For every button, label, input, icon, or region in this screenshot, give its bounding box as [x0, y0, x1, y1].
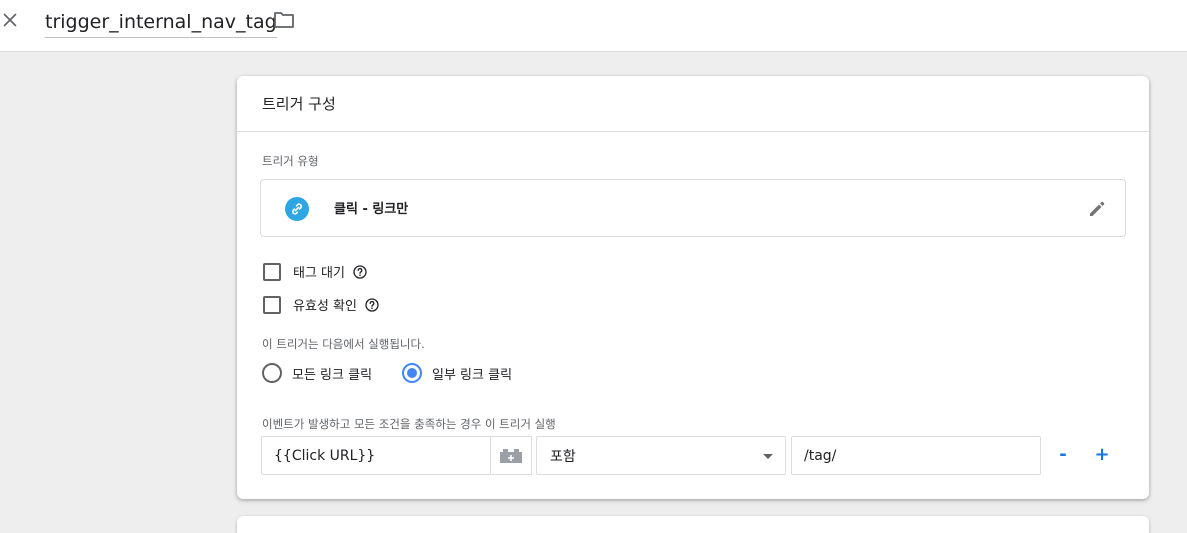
validation-checkbox-row[interactable]: 유효성 확인 [263, 295, 379, 314]
variable-input[interactable]: {{Click URL}} [261, 436, 491, 475]
trigger-config-card: 트리거 구성 트리거 유형 클릭 - 링크만 태그 대기 유효성 확인 이 트리… [237, 76, 1149, 499]
help-icon[interactable] [365, 297, 379, 312]
trigger-name: trigger_internal_nav_tag [45, 10, 277, 33]
all-link-clicks-label: 모든 링크 클릭 [292, 367, 373, 383]
variable-picker-button[interactable] [490, 436, 532, 475]
wait-for-tags-label: 태그 대기 [293, 266, 345, 281]
condition-label: 이벤트가 발생하고 모든 조건을 충족하는 경우 이 트리거 실행 [262, 417, 556, 431]
chevron-down-icon [763, 454, 773, 459]
trigger-type-name: 클릭 - 링크만 [334, 202, 409, 217]
add-condition-button[interactable]: + [1092, 444, 1112, 465]
trigger-type-selector[interactable]: 클릭 - 링크만 [260, 179, 1126, 237]
close-button[interactable] [0, 8, 20, 32]
close-icon [3, 13, 17, 27]
some-link-clicks-radio[interactable] [402, 363, 422, 383]
validation-checkbox[interactable] [263, 295, 281, 314]
operator-select[interactable]: 포함 [536, 436, 786, 475]
wait-for-tags-checkbox[interactable] [263, 262, 281, 281]
all-link-clicks-radio[interactable] [262, 363, 282, 383]
remove-condition-button[interactable]: - [1053, 444, 1073, 465]
all-link-clicks-option[interactable]: 모든 링크 클릭 [262, 363, 372, 383]
help-icon[interactable] [353, 264, 367, 279]
folder-icon [274, 12, 294, 28]
trigger-name-field[interactable]: trigger_internal_nav_tag [45, 6, 277, 38]
variable-value: {{Click URL}} [274, 447, 376, 464]
wait-for-tags-checkbox-row[interactable]: 태그 대기 [263, 262, 367, 281]
card-title: 트리거 구성 [262, 95, 336, 113]
folder-button[interactable] [272, 9, 296, 31]
fire-on-label: 이 트리거는 다음에서 실행됩니다. [262, 337, 425, 351]
top-bar: trigger_internal_nav_tag [0, 0, 1187, 52]
radio-selected-dot [407, 368, 417, 378]
validation-label: 유효성 확인 [293, 299, 357, 314]
trigger-type-label: 트리거 유형 [262, 154, 319, 168]
variable-block-icon [500, 448, 522, 463]
edit-button[interactable] [1085, 197, 1109, 221]
pencil-icon [1090, 201, 1105, 216]
condition-value-input[interactable]: /tag/ [791, 436, 1041, 475]
next-card [237, 516, 1149, 533]
some-link-clicks-label: 일부 링크 클릭 [432, 367, 513, 383]
link-icon [285, 197, 309, 221]
some-link-clicks-option[interactable]: 일부 링크 클릭 [402, 363, 512, 383]
condition-value: /tag/ [804, 447, 837, 464]
operator-value: 포함 [550, 448, 576, 465]
card-header: 트리거 구성 [237, 76, 1149, 132]
